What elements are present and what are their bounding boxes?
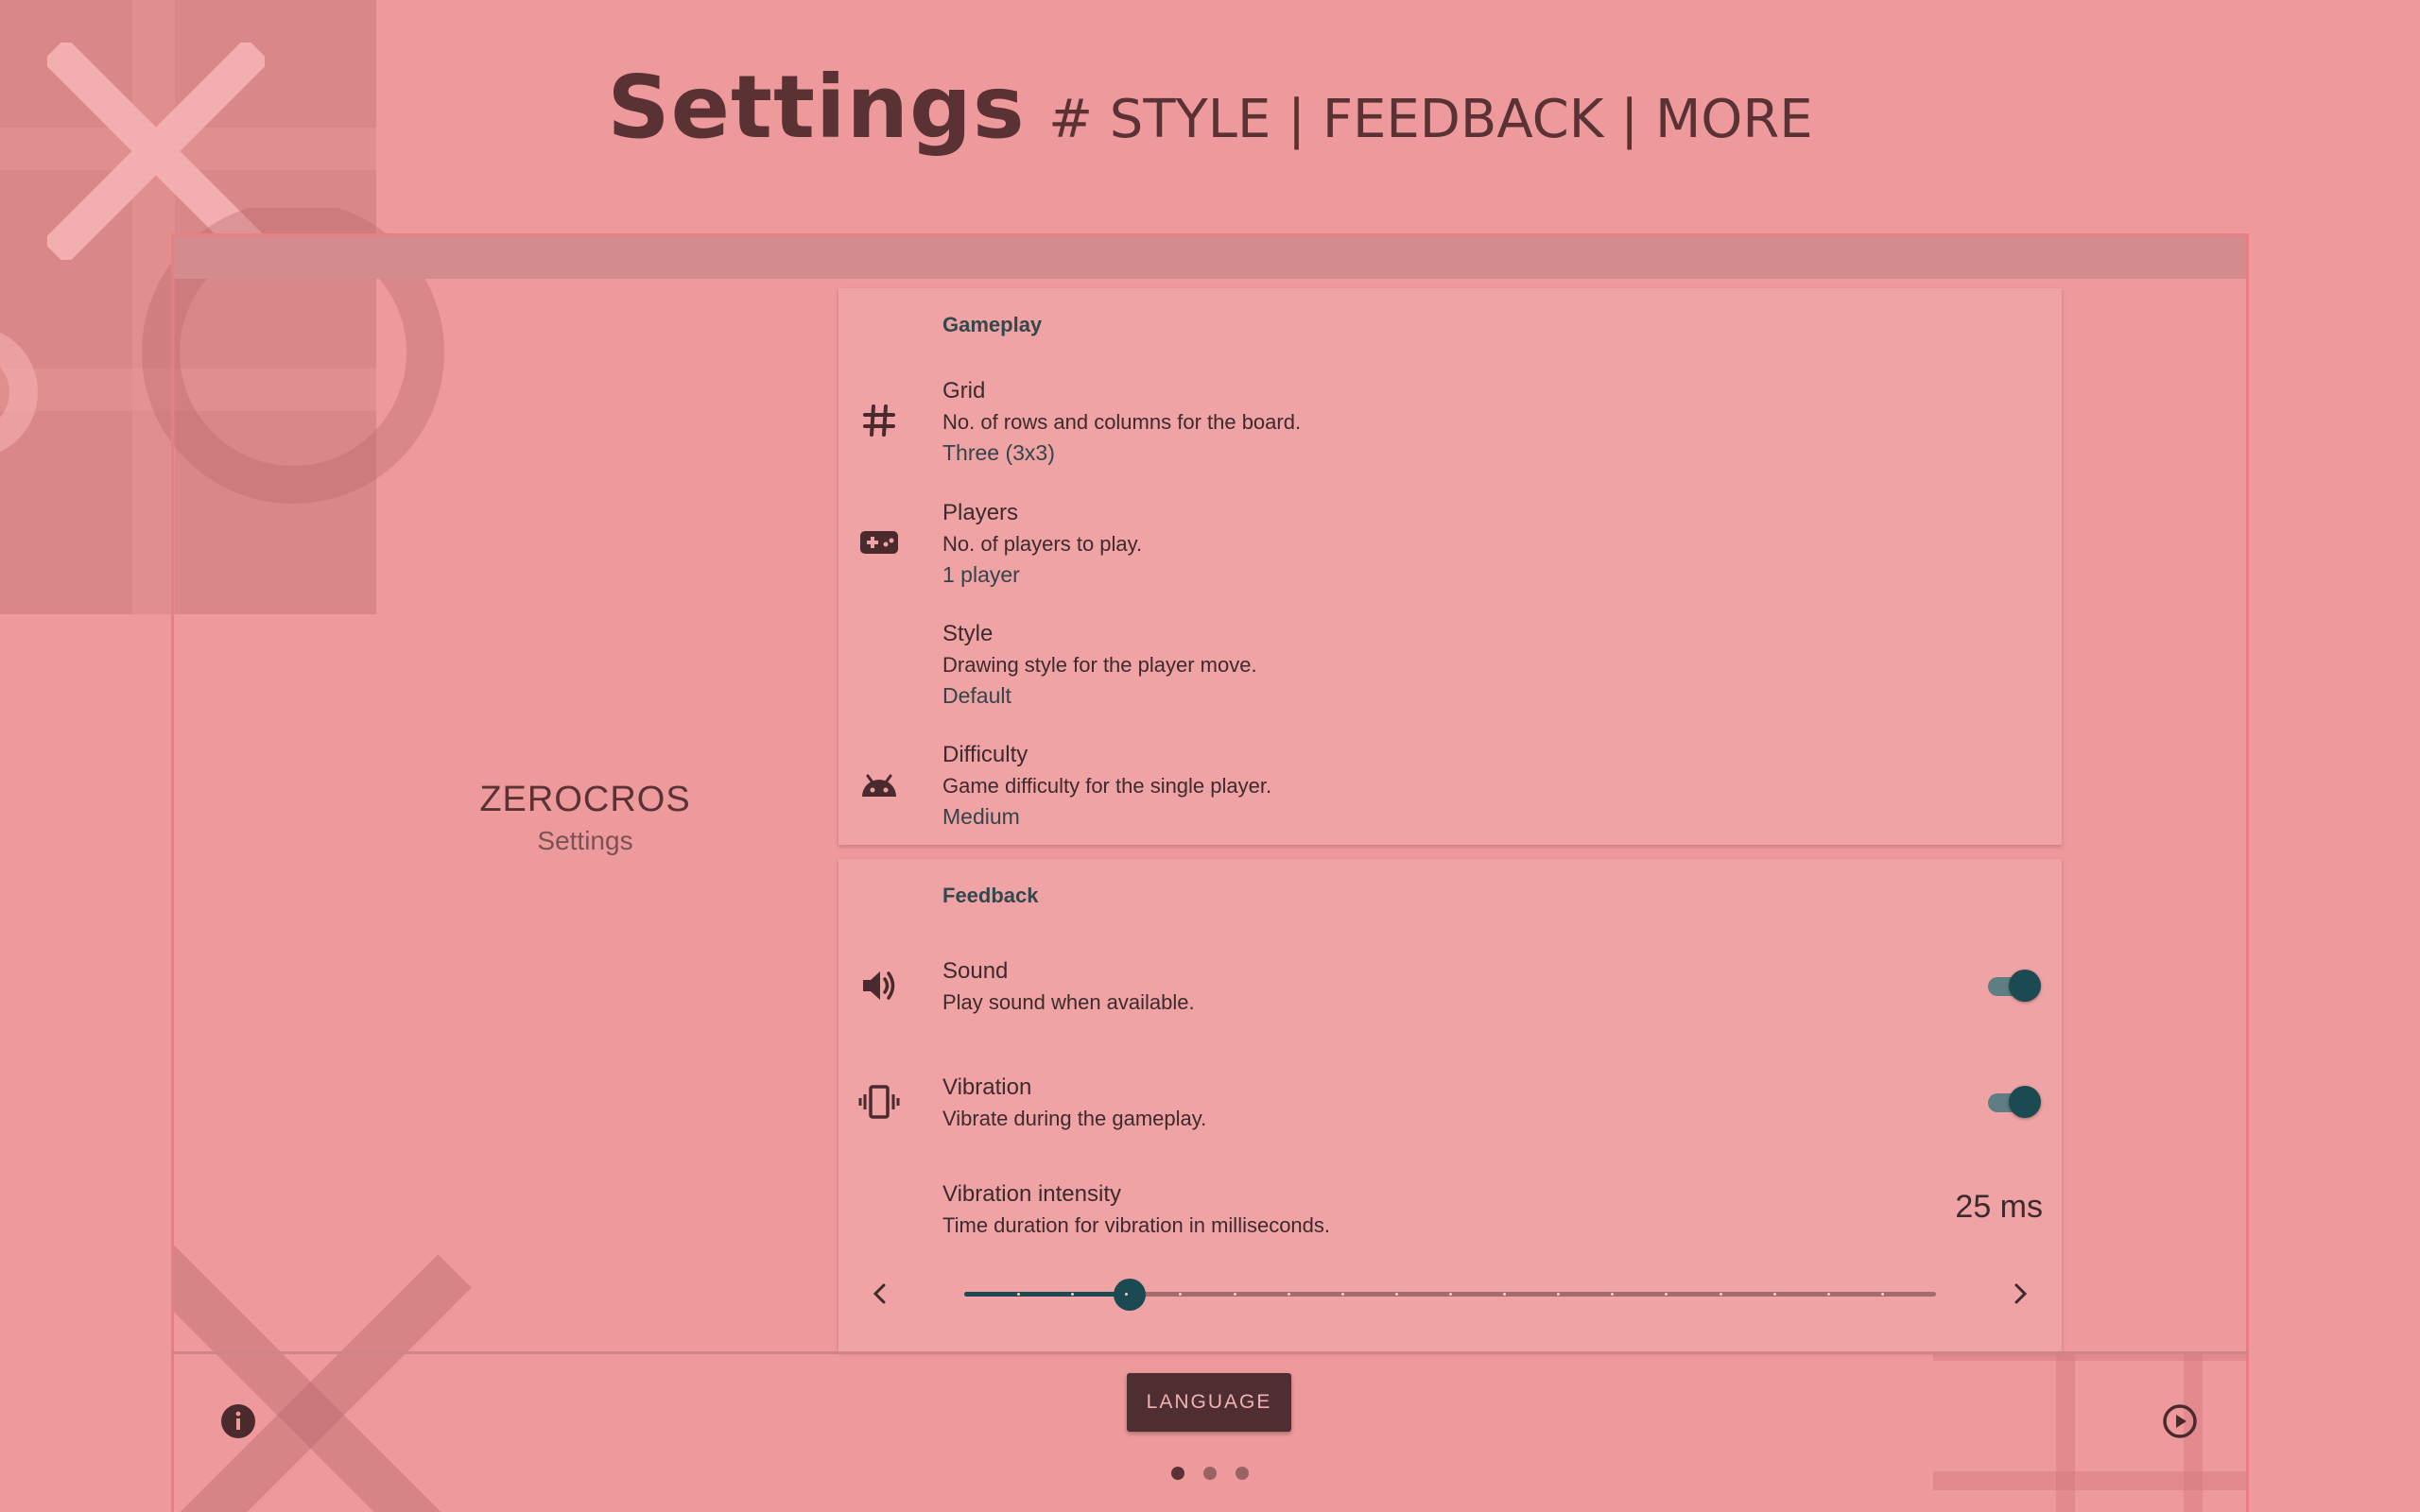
setting-title: Vibration intensity	[942, 1181, 1121, 1207]
setting-difficulty[interactable]: Difficulty Game difficulty for the singl…	[838, 742, 2062, 855]
setting-title: Difficulty	[942, 742, 1028, 767]
setting-title: Style	[942, 621, 994, 646]
page-title: Settings	[607, 57, 1026, 158]
page-dot[interactable]	[1171, 1467, 1184, 1480]
chevron-left-icon[interactable]	[861, 1275, 899, 1313]
gamepad-icon	[857, 521, 901, 564]
slider-tick	[1880, 1293, 1884, 1296]
setting-title: Vibration	[942, 1074, 1032, 1100]
vibration-toggle[interactable]	[1986, 1086, 2041, 1118]
setting-style[interactable]: Style Drawing style for the player move.…	[838, 621, 2062, 734]
toggle-thumb	[2009, 1086, 2041, 1118]
page-subtitle: # STYLE | FEEDBACK | MORE	[1048, 89, 1813, 150]
slider-tick	[1340, 1293, 1344, 1296]
setting-players[interactable]: Players No. of players to play. 1 player	[838, 500, 2062, 613]
slider-tick	[1772, 1293, 1776, 1296]
app-name: ZEROCROS	[479, 780, 691, 819]
setting-vibration-intensity: Vibration intensity Time duration for vi…	[838, 1181, 2062, 1257]
slider-tick	[1826, 1293, 1830, 1296]
slider-tick	[1287, 1293, 1290, 1296]
slider-tick	[1233, 1293, 1236, 1296]
slider-track-fill	[964, 1292, 1130, 1297]
setting-vibration[interactable]: Vibration Vibrate during the gameplay.	[838, 1074, 2062, 1150]
setting-description: Time duration for vibration in milliseco…	[942, 1213, 1331, 1237]
setting-value: Default	[942, 683, 1011, 708]
setting-value: 1 player	[942, 562, 1020, 587]
intensity-slider[interactable]	[838, 1265, 2062, 1322]
page-dot[interactable]	[1236, 1467, 1249, 1480]
setting-description: No. of rows and columns for the board.	[942, 410, 1302, 434]
slider-tick	[1449, 1293, 1452, 1296]
circle-decoration-left-icon	[0, 332, 38, 453]
slider-thumb[interactable]	[1113, 1279, 1146, 1311]
intensity-value: 25 ms	[1955, 1189, 2043, 1225]
setting-title: Players	[942, 500, 1019, 525]
page-dot[interactable]	[1203, 1467, 1217, 1480]
chevron-right-icon[interactable]	[2001, 1275, 2039, 1313]
setting-sound[interactable]: Sound Play sound when available.	[838, 958, 2062, 1034]
setting-description: No. of players to play.	[942, 532, 1143, 556]
grid-hash-icon	[857, 399, 901, 442]
window-top-bar	[174, 236, 2246, 279]
play-circle-icon[interactable]	[2161, 1402, 2199, 1440]
setting-description: Game difficulty for the single player.	[942, 774, 1272, 798]
slider-tick	[1719, 1293, 1722, 1296]
setting-title: Sound	[942, 958, 1009, 984]
setting-description: Drawing style for the player move.	[942, 653, 1257, 677]
android-icon	[857, 763, 901, 806]
sound-toggle[interactable]	[1986, 970, 2041, 1002]
feedback-card: Feedback Sound Play sound when available…	[838, 859, 2062, 1351]
gameplay-card: Gameplay Grid No. of rows and columns fo…	[838, 288, 2062, 845]
language-button[interactable]: LANGUAGE	[1127, 1373, 1291, 1432]
setting-description: Vibrate during the gameplay.	[942, 1107, 1207, 1130]
slider-tick	[1394, 1293, 1398, 1296]
app-subtitle: Settings	[537, 826, 633, 855]
app-title-block: ZEROCROS Settings	[287, 780, 883, 856]
gameplay-section-header: Gameplay	[942, 313, 1043, 336]
toggle-thumb	[2009, 970, 2041, 1002]
feedback-section-header: Feedback	[942, 884, 1039, 907]
setting-value: Three (3x3)	[942, 440, 1055, 465]
setting-value: Medium	[942, 804, 1020, 829]
vibration-icon	[857, 1080, 901, 1124]
setting-title: Grid	[942, 378, 986, 404]
page-header: Settings # STYLE | FEEDBACK | MORE	[0, 57, 2420, 158]
volume-icon	[857, 964, 901, 1007]
info-icon[interactable]	[219, 1402, 257, 1440]
setting-grid[interactable]: Grid No. of rows and columns for the boa…	[838, 378, 2062, 491]
setting-description: Play sound when available.	[942, 990, 1195, 1014]
